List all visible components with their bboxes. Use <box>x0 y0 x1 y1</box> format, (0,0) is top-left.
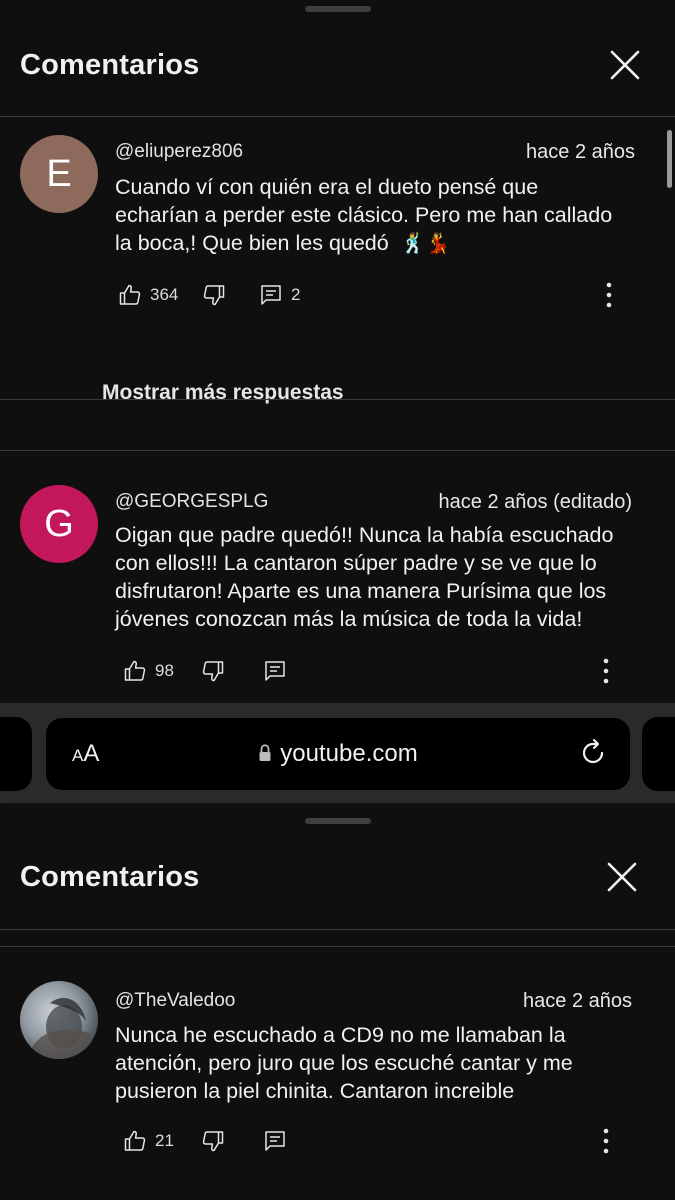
comment-actions: 98 <box>115 656 635 686</box>
comment-item: @TheValedoo hace 2 años Nunca he escucha… <box>0 980 675 1180</box>
next-tab-edge[interactable] <box>642 717 675 791</box>
comment-line-text: la boca,! Que bien les quedó <box>115 231 389 255</box>
comments-panel-bottom: Comentarios @TheValedoo hace 2 años Nunc… <box>0 803 675 1200</box>
avatar[interactable]: E <box>20 135 98 213</box>
comments-title: Comentarios <box>20 49 200 81</box>
comment-author[interactable]: @TheValedoo <box>115 990 235 1012</box>
comment-reply-icon <box>265 661 285 681</box>
comments-header: Comentarios <box>0 36 675 96</box>
avatar[interactable]: G <box>20 485 98 563</box>
comment-item: E @eliuperez806 hace 2 años Cuando ví co… <box>0 135 675 315</box>
thumbs-up-icon <box>124 1130 146 1151</box>
reply-button[interactable]: 2 <box>259 280 300 310</box>
browser-address-bar: AA youtube.com <box>0 703 675 803</box>
comment-line: atención, pero juro que los escuché cant… <box>115 1051 573 1075</box>
avatar-letter: G <box>44 502 74 545</box>
url-text: youtube.com <box>280 740 418 767</box>
comment-author[interactable]: @eliuperez806 <box>115 141 243 163</box>
thumbs-down-icon <box>203 285 225 306</box>
comment-actions: 21 <box>115 1126 635 1156</box>
comment-line: disfrutaron! Aparte es una manera Purísi… <box>115 579 607 603</box>
comment-more-button[interactable] <box>599 280 619 310</box>
more-vertical-icon <box>603 1128 609 1154</box>
reload-button[interactable] <box>578 738 608 768</box>
comments-title: Comentarios <box>20 861 200 893</box>
reply-count: 2 <box>291 285 301 304</box>
close-icon <box>607 862 637 892</box>
thumbs-up-icon <box>119 284 141 305</box>
like-count: 364 <box>150 285 179 304</box>
reload-icon <box>582 738 604 764</box>
comment-divider <box>0 450 675 451</box>
like-button[interactable]: 364 <box>118 280 178 310</box>
comment-line: con ellos!!! La cantaron súper padre y s… <box>115 551 597 575</box>
header-divider <box>0 116 675 117</box>
header-divider <box>0 946 675 947</box>
thumbs-down-icon <box>202 1131 224 1152</box>
comment-line: Cuando ví con quién era el dueto pensé q… <box>115 175 539 199</box>
comment-time: hace 2 años (editado) <box>438 491 632 513</box>
comment-line: Nunca he escuchado a CD9 no me llamaban … <box>115 1023 566 1047</box>
comment-line: pusieron la piel chinita. Cantaron incre… <box>115 1079 515 1103</box>
comment-reply-icon <box>261 285 281 305</box>
comment-emoji: 🕺💃 <box>400 231 451 255</box>
avatar[interactable] <box>20 981 98 1059</box>
comment-more-button[interactable] <box>596 656 616 686</box>
close-button[interactable] <box>602 857 642 897</box>
close-button[interactable] <box>605 45 645 85</box>
comment-item: G @GEORGESPLG hace 2 años (editado) Oiga… <box>0 485 675 695</box>
show-more-replies-button[interactable]: Mostrar más respuestas <box>102 381 344 405</box>
comment-text: Oigan que padre quedó!! Nunca la había e… <box>115 521 645 633</box>
url-field[interactable]: AA youtube.com <box>46 718 630 790</box>
comments-panel-top: Comentarios E @eliuperez806 hace 2 años … <box>0 0 675 703</box>
avatar-photo <box>20 997 98 1059</box>
header-divider <box>0 929 675 930</box>
previous-tab-edge[interactable] <box>0 717 32 791</box>
reply-button[interactable] <box>263 1126 287 1156</box>
url-text-container[interactable]: youtube.com <box>46 740 630 768</box>
comment-text: Nunca he escuchado a CD9 no me llamaban … <box>115 1021 645 1105</box>
comment-line: jóvenes conozcan más la música de toda l… <box>115 607 583 631</box>
reply-button[interactable] <box>263 656 287 686</box>
like-button[interactable]: 21 <box>123 1126 174 1156</box>
comment-line: echarían a perder este clásico. Pero me … <box>115 203 613 227</box>
comment-line: la boca,! Que bien les quedó 🕺💃 <box>115 229 645 257</box>
like-button[interactable]: 98 <box>123 656 174 686</box>
more-vertical-icon <box>603 658 609 684</box>
dislike-button[interactable] <box>201 656 225 686</box>
dislike-button[interactable] <box>201 1126 225 1156</box>
comment-text: Cuando ví con quién era el dueto pensé q… <box>115 173 645 257</box>
drag-handle[interactable] <box>304 818 371 824</box>
comment-reply-icon <box>265 1131 285 1151</box>
like-count: 98 <box>155 661 174 680</box>
comments-header: Comentarios <box>0 848 675 908</box>
lock-icon <box>259 744 271 761</box>
like-count: 21 <box>155 1131 174 1150</box>
replies-divider <box>0 399 675 400</box>
comment-actions: 364 2 <box>115 280 635 310</box>
avatar-letter: E <box>46 152 72 195</box>
dislike-button[interactable] <box>202 280 226 310</box>
thumbs-up-icon <box>124 660 146 681</box>
comment-line: Oigan que padre quedó!! Nunca la había e… <box>115 523 614 547</box>
comment-more-button[interactable] <box>596 1126 616 1156</box>
comment-author[interactable]: @GEORGESPLG <box>115 491 268 513</box>
thumbs-down-icon <box>202 661 224 682</box>
comment-time: hace 2 años <box>523 990 632 1012</box>
comment-time: hace 2 años <box>526 141 635 163</box>
close-icon <box>610 50 640 80</box>
drag-handle[interactable] <box>304 6 371 12</box>
more-vertical-icon <box>606 282 612 308</box>
